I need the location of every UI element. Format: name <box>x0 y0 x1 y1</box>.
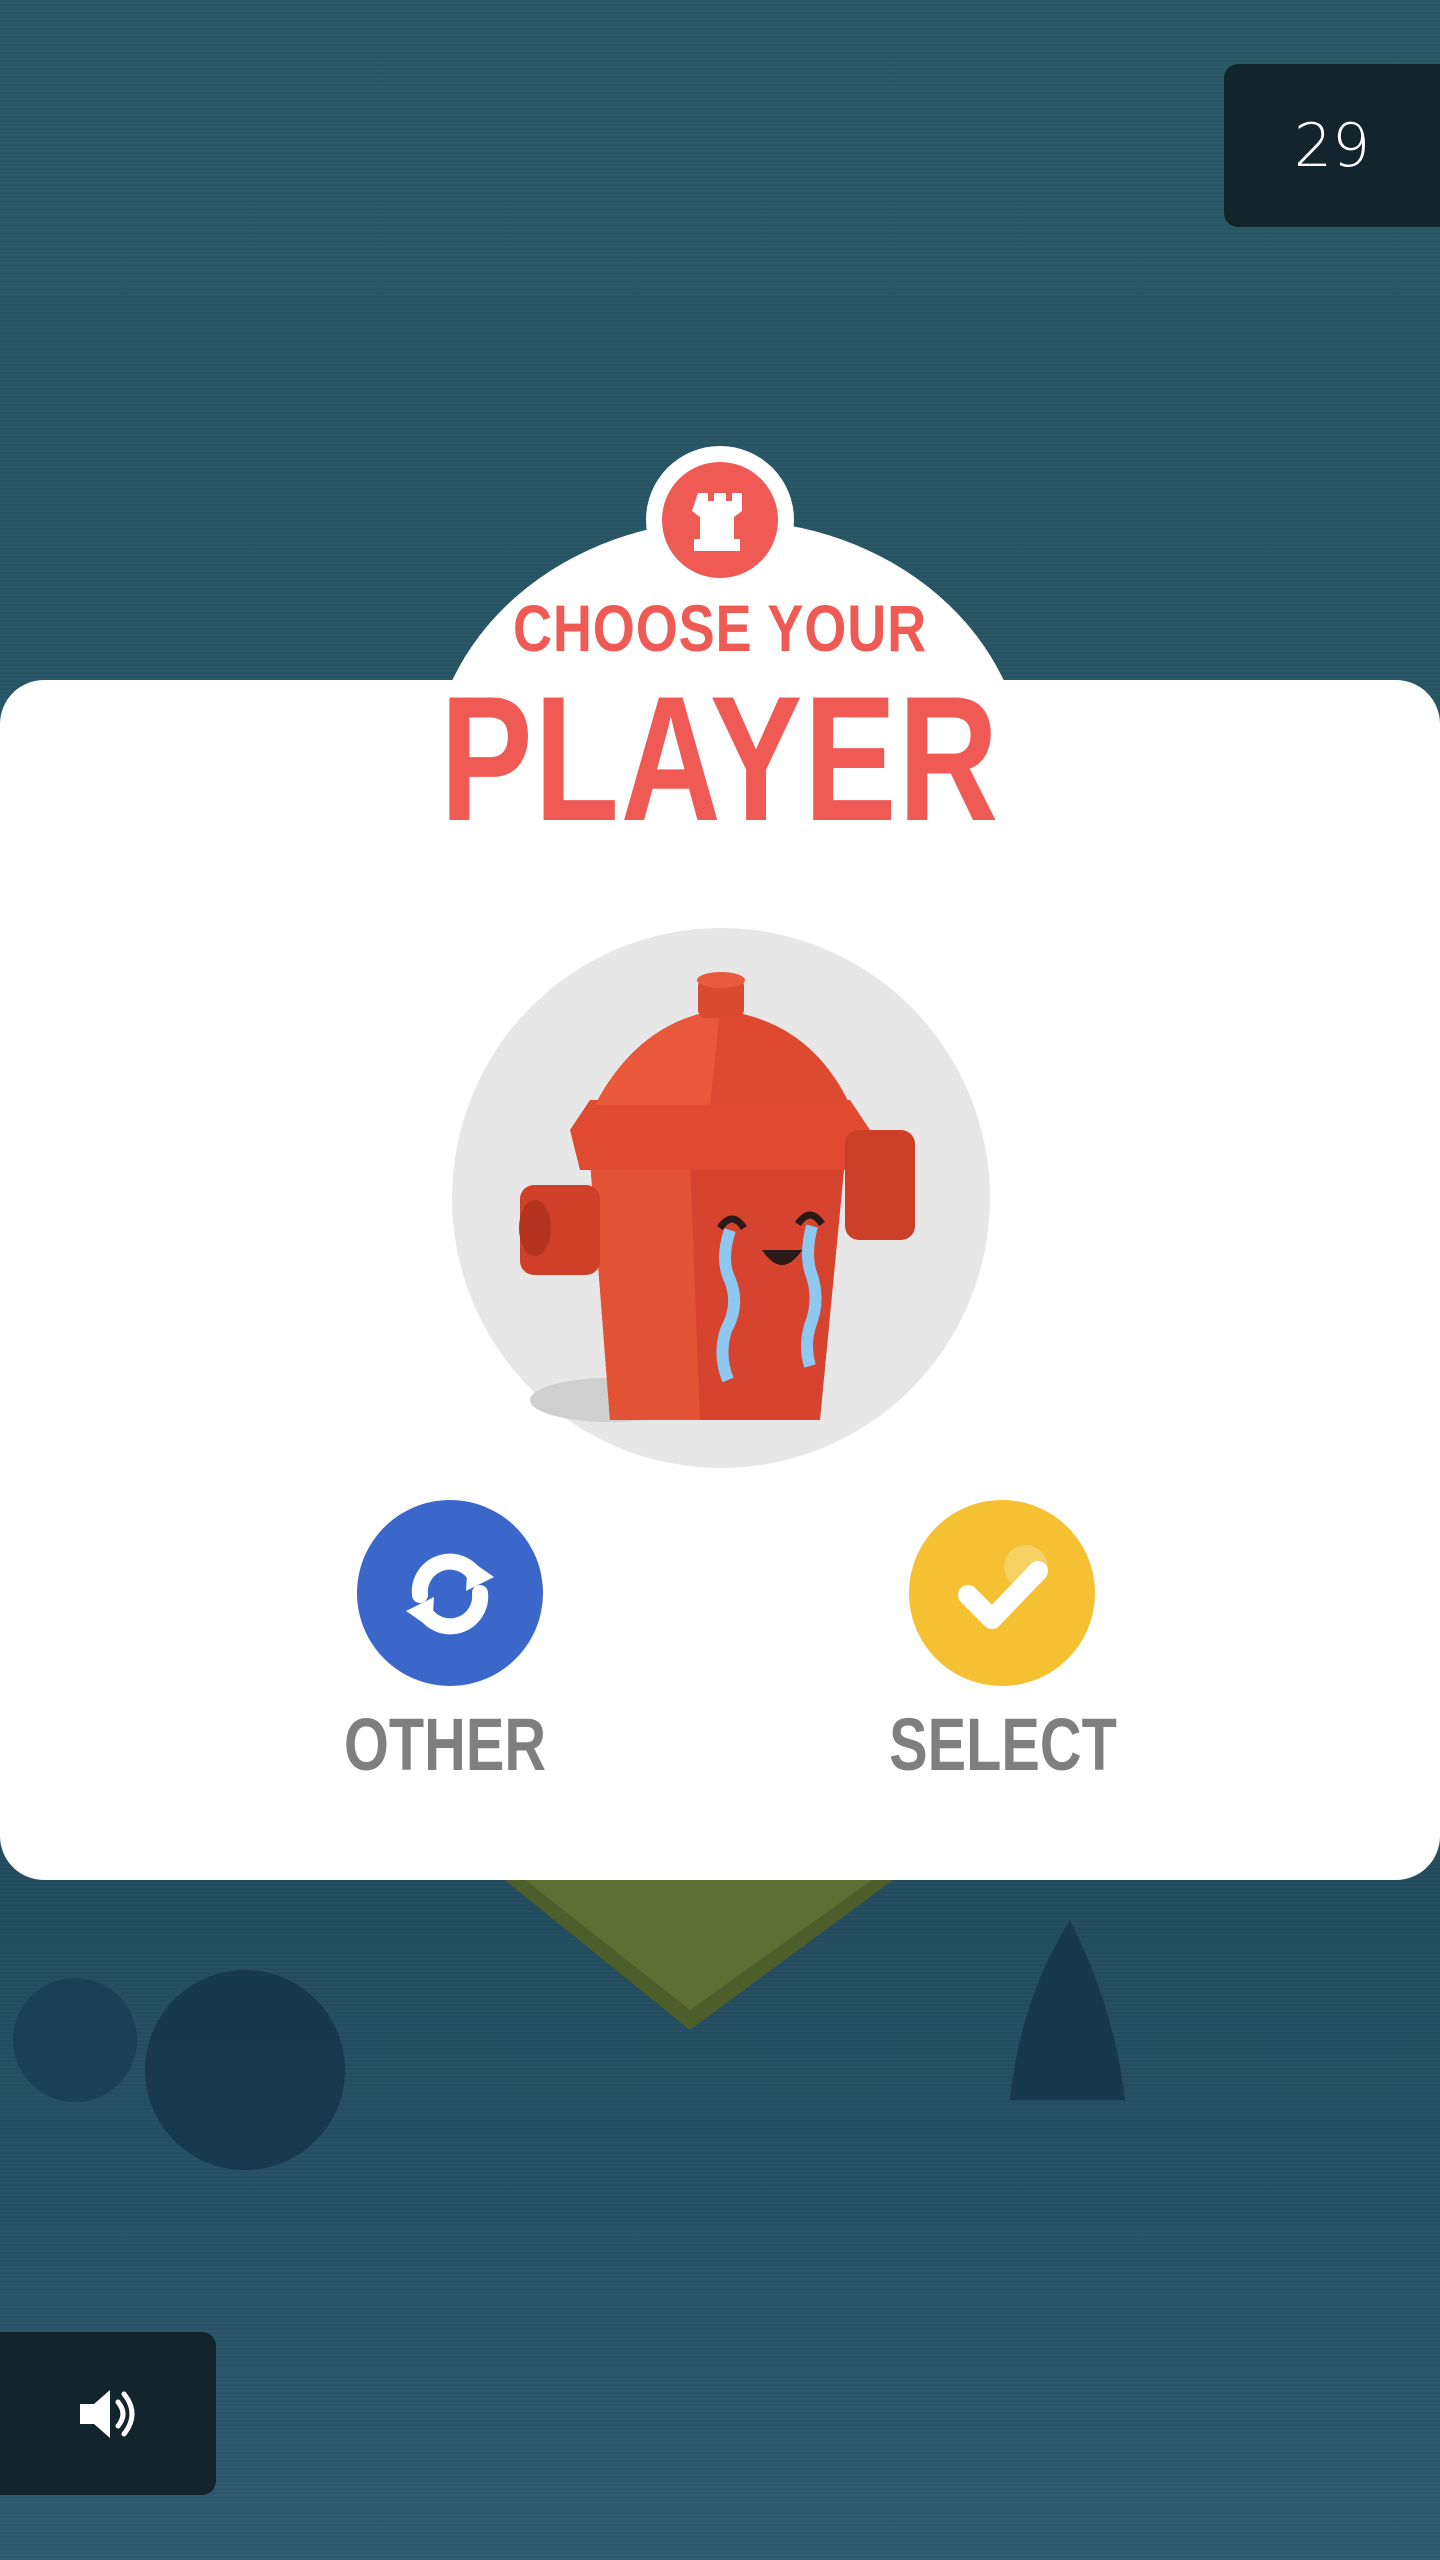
checkmark-icon <box>958 1545 1048 1629</box>
fire-hydrant-character <box>519 972 915 1422</box>
other-button-label[interactable]: OTHER <box>328 1702 562 1787</box>
select-button-label[interactable]: SELECT <box>886 1702 1120 1787</box>
select-button[interactable] <box>909 1500 1095 1686</box>
speaker-icon <box>80 2389 135 2438</box>
bush-shape <box>13 1978 137 2102</box>
score-counter: 29 <box>1224 64 1440 227</box>
title-line-2: PLAYER <box>440 659 1000 858</box>
rook-tower-icon <box>662 462 778 578</box>
score-value: 29 <box>1293 110 1371 181</box>
other-button[interactable] <box>357 1500 543 1686</box>
title-line-1: CHOOSE YOUR <box>513 591 927 665</box>
sound-toggle-button[interactable] <box>0 2332 216 2495</box>
refresh-icon <box>406 1553 494 1635</box>
background-scenery <box>13 1860 1125 2170</box>
choose-player-dialog: CHOOSE YOUR PLAYER OTHER SELECT <box>0 440 1440 1890</box>
tree-shape <box>1010 1920 1125 2100</box>
bush-shape <box>145 1970 345 2170</box>
